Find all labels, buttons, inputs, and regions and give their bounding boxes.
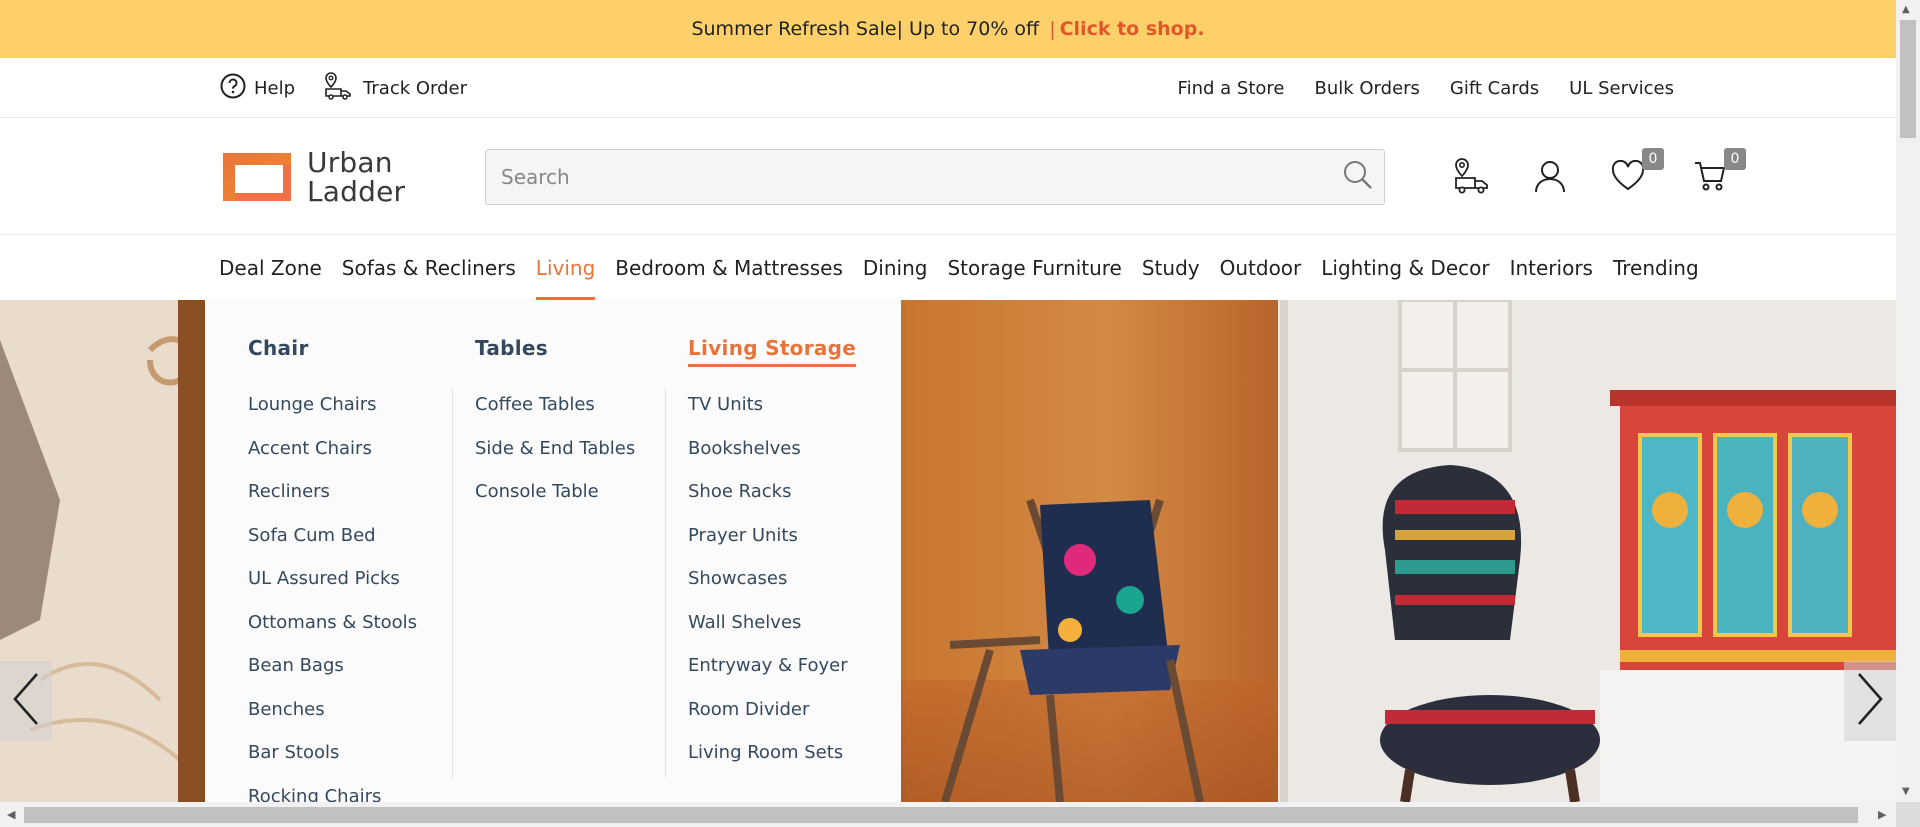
menu-link-accent-chairs[interactable]: Accent Chairs: [248, 438, 417, 482]
nav-item-deal-zone[interactable]: Deal Zone: [219, 236, 342, 300]
menu-link-bookshelves[interactable]: Bookshelves: [688, 438, 848, 482]
menu-link-showcases[interactable]: Showcases: [688, 568, 848, 612]
logo-line-1: Urban: [307, 146, 393, 179]
menu-link-prayer-units[interactable]: Prayer Units: [688, 525, 848, 569]
scroll-down-arrow-icon[interactable]: ▼: [1902, 786, 1910, 797]
help-link[interactable]: Help: [220, 73, 295, 104]
search-button[interactable]: [1332, 150, 1384, 204]
menu-link-ul-assured-picks[interactable]: UL Assured Picks: [248, 568, 417, 612]
utility-bar: Help Track Order Find a Store Bulk Order…: [0, 58, 1896, 118]
wishlist-count-badge: 0: [1642, 148, 1664, 170]
living-mega-menu: Chair Lounge Chairs Accent Chairs Reclin…: [205, 300, 901, 802]
nav-item-bedroom-mattresses[interactable]: Bedroom & Mattresses: [615, 236, 863, 300]
menu-heading-living-storage[interactable]: Living Storage: [688, 336, 857, 367]
gift-cards-link[interactable]: Gift Cards: [1450, 78, 1539, 99]
nav-item-trending[interactable]: Trending: [1613, 236, 1719, 300]
track-order-link[interactable]: Track Order: [323, 71, 467, 106]
nav-item-storage-furniture[interactable]: Storage Furniture: [947, 236, 1141, 300]
search-icon: [1342, 159, 1374, 195]
search-bar: [485, 149, 1385, 205]
chevron-left-icon: [11, 672, 41, 730]
carousel-next-button[interactable]: [1844, 661, 1896, 741]
menu-link-wall-shelves[interactable]: Wall Shelves: [688, 612, 848, 656]
vertical-scrollbar[interactable]: ▲ ▼: [1896, 0, 1920, 802]
logo-wordmark: Urban Ladder: [307, 148, 405, 206]
track-order-label: Track Order: [363, 77, 468, 99]
menu-link-benches[interactable]: Benches: [248, 699, 417, 743]
nav-item-dining[interactable]: Dining: [863, 236, 948, 300]
carousel-prev-button[interactable]: [0, 661, 52, 741]
urban-ladder-logo[interactable]: Urban Ladder: [221, 148, 405, 206]
menu-link-rocking-chairs[interactable]: Rocking Chairs: [248, 786, 417, 803]
main-navigation: Deal Zone Sofas & Recliners Living Bedro…: [0, 236, 1896, 300]
promo-cta-link[interactable]: Click to shop.: [1060, 18, 1205, 40]
menu-link-side-end-tables[interactable]: Side & End Tables: [475, 438, 635, 482]
site-header: Urban Ladder 0: [0, 118, 1896, 235]
menu-link-console-table[interactable]: Console Table: [475, 481, 635, 525]
menu-link-coffee-tables[interactable]: Coffee Tables: [475, 394, 635, 438]
nav-item-outdoor[interactable]: Outdoor: [1220, 236, 1322, 300]
menu-link-entryway-foyer[interactable]: Entryway & Foyer: [688, 655, 848, 699]
vertical-scroll-thumb[interactable]: [1900, 20, 1916, 138]
menu-divider: [452, 388, 453, 778]
menu-link-bean-bags[interactable]: Bean Bags: [248, 655, 417, 699]
promo-text: Summer Refresh Sale: [691, 18, 897, 40]
heart-icon: [1611, 159, 1645, 196]
scroll-left-arrow-icon[interactable]: ◀: [7, 808, 15, 821]
nav-item-sofas-recliners[interactable]: Sofas & Recliners: [342, 236, 536, 300]
ul-services-link[interactable]: UL Services: [1569, 78, 1674, 99]
promo-separator: |: [1049, 18, 1056, 40]
nav-item-lighting-decor[interactable]: Lighting & Decor: [1321, 236, 1509, 300]
help-icon: [220, 73, 246, 104]
logo-mark-icon: [221, 151, 293, 203]
scroll-up-arrow-icon[interactable]: ▲: [1902, 4, 1910, 15]
promo-banner[interactable]: Summer Refresh Sale | Up to 70% off | Cli…: [0, 0, 1896, 58]
logo-line-2: Ladder: [307, 175, 406, 208]
menu-link-ottomans-stools[interactable]: Ottomans & Stools: [248, 612, 417, 656]
nav-item-living[interactable]: Living: [535, 236, 615, 300]
delivery-location-icon: [1452, 156, 1492, 200]
search-input[interactable]: [486, 165, 1332, 189]
menu-link-room-divider[interactable]: Room Divider: [688, 699, 848, 743]
chevron-right-icon: [1855, 672, 1885, 730]
delivery-truck-icon: [323, 71, 355, 106]
store-locator-button[interactable]: [1452, 158, 1492, 198]
cart-count-badge: 0: [1724, 148, 1746, 170]
menu-link-bar-stools[interactable]: Bar Stools: [248, 742, 417, 786]
nav-item-interiors[interactable]: Interiors: [1510, 236, 1613, 300]
menu-link-tv-units[interactable]: TV Units: [688, 394, 848, 438]
cart-button[interactable]: 0: [1690, 148, 1746, 198]
user-icon: [1532, 158, 1568, 198]
menu-link-shoe-racks[interactable]: Shoe Racks: [688, 481, 848, 525]
menu-link-living-room-sets[interactable]: Living Room Sets: [688, 742, 848, 786]
menu-link-recliners[interactable]: Recliners: [248, 481, 417, 525]
menu-heading-tables[interactable]: Tables: [475, 336, 548, 360]
wishlist-button[interactable]: 0: [1608, 148, 1664, 198]
find-store-link[interactable]: Find a Store: [1178, 78, 1285, 99]
menu-link-lounge-chairs[interactable]: Lounge Chairs: [248, 394, 417, 438]
promo-separator: |: [896, 18, 903, 40]
cart-icon: [1693, 159, 1727, 197]
scrollbar-corner: [1896, 802, 1920, 827]
account-button[interactable]: [1530, 158, 1570, 198]
promo-offer: Up to 70% off: [909, 18, 1040, 40]
menu-link-sofa-cum-bed[interactable]: Sofa Cum Bed: [248, 525, 417, 569]
menu-divider: [665, 388, 666, 778]
help-label: Help: [254, 77, 296, 99]
horizontal-scroll-thumb[interactable]: [24, 807, 1858, 823]
scroll-right-arrow-icon[interactable]: ▶: [1878, 808, 1886, 821]
horizontal-scrollbar[interactable]: ◀ ▶: [0, 802, 1896, 827]
menu-heading-chair[interactable]: Chair: [248, 336, 309, 360]
bulk-orders-link[interactable]: Bulk Orders: [1314, 78, 1419, 99]
nav-item-study[interactable]: Study: [1142, 236, 1220, 300]
